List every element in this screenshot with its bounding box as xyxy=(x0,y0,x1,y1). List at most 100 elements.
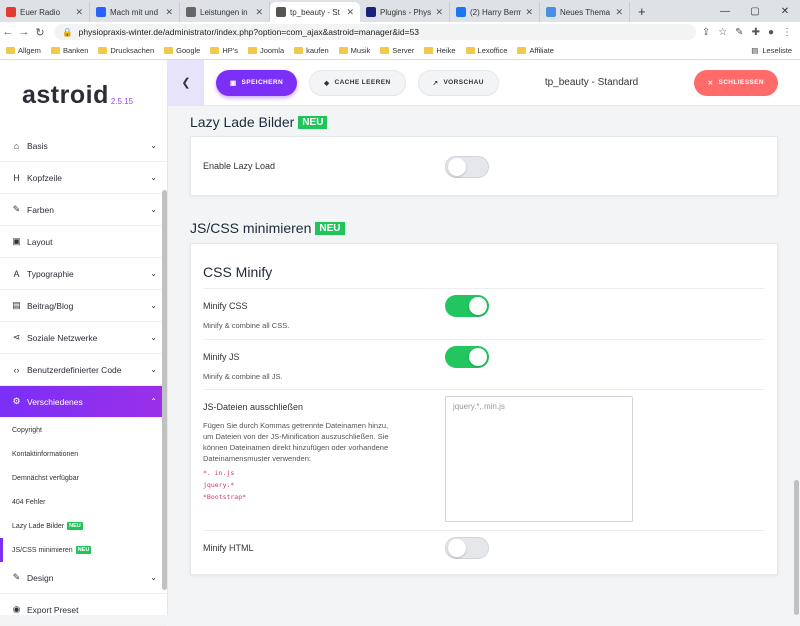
sidebar-item-soziale-netzwerke[interactable]: ⋖ Soziale Netzwerke ⌄ xyxy=(0,322,167,354)
example-pattern: *Bootstrap* xyxy=(203,493,247,501)
tab-close-icon[interactable]: ✕ xyxy=(615,7,623,18)
browser-tab[interactable]: Plugins - Phys ✕ xyxy=(360,2,450,22)
sidebar-item-export-preset[interactable]: ◉ Export Preset xyxy=(0,594,167,626)
sidebar-scrollbar[interactable] xyxy=(162,190,167,590)
folder-icon xyxy=(517,47,527,54)
brush-icon: ✎ xyxy=(12,572,21,582)
star-icon[interactable]: ☆ xyxy=(718,27,727,38)
bookmark-folder[interactable]: Lexoffice xyxy=(465,46,507,55)
bookmark-folder[interactable]: Heike xyxy=(424,46,456,55)
maximize-icon[interactable]: ▢ xyxy=(740,6,770,17)
template-title: tp_beauty - Standard xyxy=(544,77,639,88)
chevron-left-icon: ❮ xyxy=(181,77,191,89)
bookmarks-bar: Allgem Banken Drucksachen Google HP's Joomla k… xyxy=(0,42,800,60)
tab-close-icon[interactable]: ✕ xyxy=(165,7,173,18)
folder-icon xyxy=(247,47,257,54)
bookmark-folder[interactable]: Allgem xyxy=(6,46,41,55)
close-button[interactable]: ✕ SCHLIESSEN xyxy=(693,69,778,96)
browser-tab[interactable]: Leistungen in ✕ xyxy=(180,2,270,22)
browser-tab[interactable]: Mach mit und ✕ xyxy=(90,2,180,22)
bookmark-folder[interactable]: HP's xyxy=(210,46,238,55)
minify-css-toggle[interactable] xyxy=(445,295,489,317)
share-icon[interactable]: ⇪ xyxy=(702,27,710,38)
browser-tab[interactable]: Neues Thema ✕ xyxy=(540,2,630,22)
sidebar-item-layout[interactable]: ▣ Layout xyxy=(0,226,167,258)
logo: astroid 2.5.15 xyxy=(0,60,167,130)
bookmark-folder[interactable]: Affiliate xyxy=(517,46,554,55)
minify-js-toggle[interactable] xyxy=(445,346,489,368)
browser-tab[interactable]: (2) Harry Berm ✕ xyxy=(450,2,540,22)
sidebar-subitem[interactable]: Copyright xyxy=(0,418,167,442)
folder-icon xyxy=(465,47,475,54)
clear-cache-button[interactable]: ◆ CACHE LEEREN xyxy=(309,69,406,96)
bookmark-folder[interactable]: Banken xyxy=(50,46,88,55)
sidebar-item-label: Kopfzeile xyxy=(27,172,62,183)
minify-js-desc: Minify & combine all JS. xyxy=(203,372,283,381)
sidebar-item-benutzerdefinierter-code[interactable]: ‹› Benutzerdefinierter Code ⌄ xyxy=(0,354,167,386)
reading-list[interactable]: ▤ Leseliste xyxy=(751,46,800,55)
minify-css-row: Minify CSS Minify & combine all CSS. xyxy=(203,288,765,339)
tab-close-icon[interactable]: ✕ xyxy=(435,7,443,18)
page-scrollbar[interactable] xyxy=(794,480,799,615)
sidebar-subitem[interactable]: Demnächst verfügbar xyxy=(0,466,167,490)
sidebar-subitem[interactable]: 404 Fehler xyxy=(0,490,167,514)
puzzle-icon[interactable]: ✚ xyxy=(752,27,760,38)
bookmark-folder[interactable]: Google xyxy=(164,46,200,55)
tab-close-icon[interactable]: ✕ xyxy=(525,7,533,18)
sidebar-item-beitrag-blog[interactable]: ▤ Beitrag/Blog ⌄ xyxy=(0,290,167,322)
sidebar-item-verschiedenes[interactable]: ⚙ Verschiedenes ⌃ xyxy=(0,386,167,418)
exclude-js-label: JS-Dateien ausschließen xyxy=(203,402,304,412)
sidebar-item-basis[interactable]: ⌂ Basis ⌄ xyxy=(0,130,167,162)
minify-html-toggle[interactable] xyxy=(445,537,489,559)
menu-dots-icon[interactable]: ⋮ xyxy=(782,27,792,38)
close-window-icon[interactable]: ✕ xyxy=(770,6,800,17)
url-field[interactable]: 🔒 physiopraxis-winter.de/administrator/i… xyxy=(54,24,696,40)
bookmark-folder[interactable]: kaufen xyxy=(294,46,329,55)
preview-button[interactable]: ↗ VORSCHAU xyxy=(417,69,499,96)
browser-tab[interactable]: tp_beauty - St ✕ xyxy=(270,2,360,22)
tab-title: Plugins - Phys xyxy=(380,7,432,17)
collapse-sidebar-button[interactable]: ❮ xyxy=(168,59,204,106)
sidebar-item-label: Beitrag/Blog xyxy=(27,300,74,311)
tab-close-icon[interactable]: ✕ xyxy=(75,7,83,18)
favicon-icon xyxy=(546,7,556,17)
save-icon: ▣ xyxy=(230,79,237,87)
reload-icon[interactable]: ↻ xyxy=(32,26,48,39)
sidebar-item-typographie[interactable]: A Typographie ⌄ xyxy=(0,258,167,290)
lazy-load-toggle[interactable] xyxy=(445,156,489,178)
forward-arrow-icon[interactable]: → xyxy=(16,26,32,38)
bookmark-folder[interactable]: Musik xyxy=(338,46,370,55)
bookmark-folder[interactable]: Server xyxy=(380,46,414,55)
font-icon: A xyxy=(13,268,20,279)
back-arrow-icon[interactable]: ← xyxy=(0,26,16,38)
sidebar-item-farben[interactable]: ✎ Farben ⌄ xyxy=(0,194,167,226)
new-badge: NEU xyxy=(315,221,345,235)
sidebar-item-kopfzeile[interactable]: H Kopfzeile ⌄ xyxy=(0,162,167,194)
tab-close-icon[interactable]: ✕ xyxy=(346,7,354,18)
minify-css-desc: Minify & combine all CSS. xyxy=(203,321,290,330)
profile-icon[interactable]: ● xyxy=(768,27,774,38)
sidebar-item-design[interactable]: ✎ Design ⌄ xyxy=(0,562,167,594)
export-icon: ◉ xyxy=(12,604,21,614)
save-button[interactable]: ▣ SPEICHERN xyxy=(216,69,298,96)
folder-icon xyxy=(424,47,434,54)
lazy-section-title: Lazy Lade Bilder NEU xyxy=(190,114,328,130)
exclude-js-desc: Dateinamensmuster verwenden: xyxy=(203,454,311,463)
sidebar-subitem[interactable]: Kontaktinformationen xyxy=(0,442,167,466)
eyedropper-icon[interactable]: ✎ xyxy=(735,27,743,38)
new-tab-button[interactable]: + xyxy=(630,2,654,22)
chevron-down-icon: ⌄ xyxy=(150,333,157,342)
minify-js-row: Minify JS Minify & combine all JS. xyxy=(203,339,765,389)
sidebar-subitem[interactable]: Lazy Lade Bilder NEU xyxy=(0,514,167,538)
minimize-icon[interactable]: — xyxy=(710,6,740,17)
exclude-js-textarea[interactable] xyxy=(445,396,633,522)
sidebar-subitem[interactable]: JS/CSS minimieren NEU xyxy=(0,538,167,562)
browser-tab[interactable]: Euer Radio ✕ xyxy=(0,2,90,22)
tab-title: Neues Thema xyxy=(560,7,611,17)
bookmark-folder[interactable]: Joomla xyxy=(247,46,284,55)
favicon-icon xyxy=(96,7,106,17)
tab-close-icon[interactable]: ✕ xyxy=(255,7,263,18)
new-badge: NEU xyxy=(298,115,328,129)
home-icon: ⌂ xyxy=(13,140,20,151)
bookmark-folder[interactable]: Drucksachen xyxy=(98,46,154,55)
